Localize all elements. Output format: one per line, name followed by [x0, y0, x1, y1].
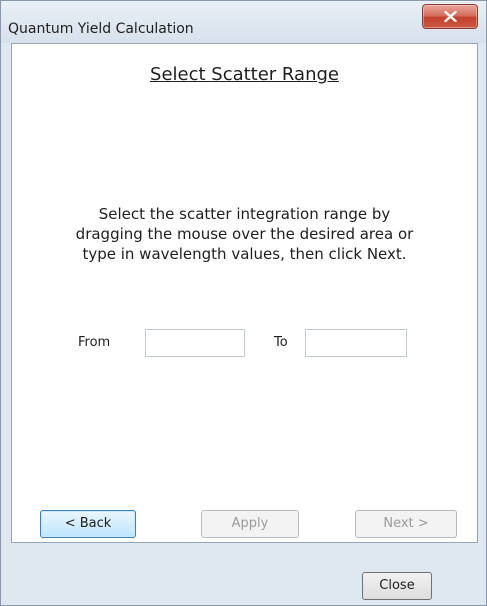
instructions-line: dragging the mouse over the desired area… — [75, 225, 414, 243]
to-label: To — [274, 335, 288, 350]
instructions-line: Select the scatter integration range by — [98, 205, 391, 223]
to-wavelength-input[interactable] — [305, 329, 407, 357]
from-label: From — [78, 335, 111, 350]
dialog-window: Quantum Yield Calculation Select Scatter… — [0, 0, 487, 606]
instructions-line: type in wavelength values, then click Ne… — [82, 245, 407, 263]
close-button[interactable]: Close — [362, 572, 432, 600]
window-close-button[interactable] — [422, 4, 478, 29]
page-title: Select Scatter Range — [150, 64, 339, 85]
title-bar[interactable]: Quantum Yield Calculation — [1, 1, 486, 43]
instructions-text: Select the scatter integration range by … — [12, 204, 477, 264]
apply-button[interactable]: Apply — [201, 510, 299, 538]
close-icon — [444, 11, 457, 22]
back-button[interactable]: < Back — [40, 510, 136, 538]
next-button[interactable]: Next > — [355, 510, 457, 538]
wizard-panel: Select Scatter Range Select the scatter … — [11, 43, 478, 543]
window-title: Quantum Yield Calculation — [8, 21, 194, 37]
from-wavelength-input[interactable] — [145, 329, 245, 357]
